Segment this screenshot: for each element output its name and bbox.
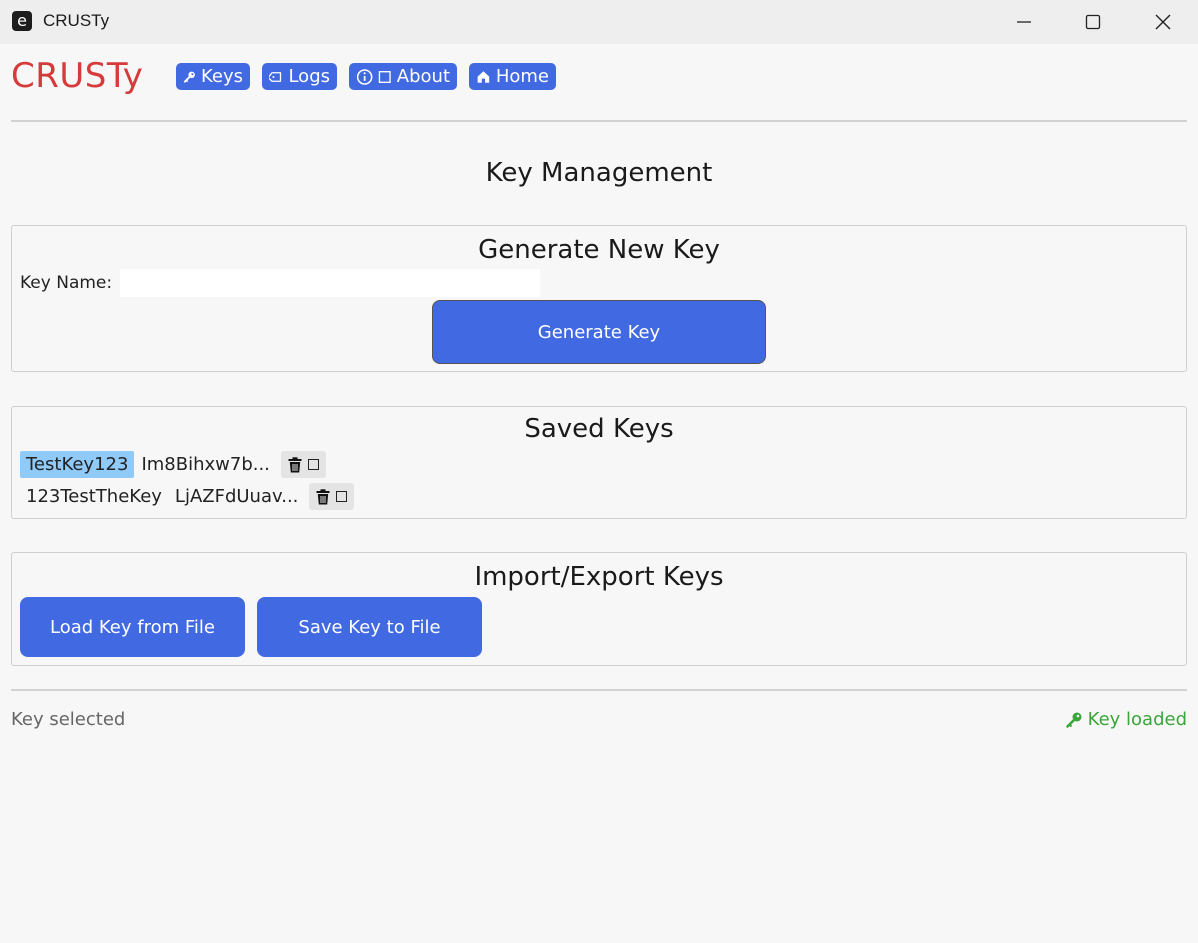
nav-logs-label: Logs — [288, 66, 330, 87]
close-button[interactable] — [1128, 0, 1198, 44]
saved-key-value: LjAZFdUuav... — [174, 486, 299, 507]
saved-key-name[interactable]: TestKey123 — [20, 451, 135, 478]
header-divider — [11, 120, 1187, 122]
info-icon — [356, 68, 373, 85]
nav-logs-button[interactable]: Logs — [262, 63, 337, 90]
nav-home-label: Home — [495, 66, 549, 87]
status-divider — [11, 689, 1187, 691]
placeholder-square-icon — [336, 491, 348, 502]
saved-keys-panel: Saved Keys TestKey123 Im8Bihxw7b... 123T… — [11, 406, 1187, 519]
tag-icon — [269, 71, 282, 82]
import-export-title: Import/Export Keys — [474, 562, 724, 592]
saved-keys-title: Saved Keys — [524, 414, 674, 444]
saved-key-row: TestKey123 Im8Bihxw7b... — [20, 451, 326, 478]
key-name-input[interactable] — [120, 269, 540, 297]
key-status-label: Key loaded — [1087, 709, 1187, 730]
window-title: CRUSTy — [43, 11, 110, 30]
app-icon: e — [12, 11, 32, 31]
page-title: Key Management — [485, 158, 713, 188]
saved-key-name[interactable]: 123TestTheKey — [20, 483, 168, 510]
generate-key-title: Generate New Key — [478, 235, 720, 265]
nav-keys-label: Keys — [200, 66, 243, 87]
placeholder-square-icon — [379, 70, 392, 83]
nav-about-button[interactable]: About — [349, 63, 457, 90]
trash-icon — [316, 488, 330, 504]
nav-keys-button[interactable]: Keys — [176, 63, 250, 90]
maximize-icon — [1085, 14, 1101, 30]
saved-key-value: Im8Bihxw7b... — [141, 454, 270, 475]
save-key-button[interactable]: Save Key to File — [257, 597, 482, 657]
generate-key-button[interactable]: Generate Key — [432, 300, 766, 364]
key-icon — [183, 71, 195, 83]
minimize-icon — [1017, 21, 1031, 23]
saved-key-row: 123TestTheKey LjAZFdUuav... — [20, 483, 355, 510]
key-icon — [1065, 712, 1082, 728]
nav-home-button[interactable]: Home — [469, 63, 556, 90]
key-status: Key loaded — [1065, 709, 1187, 730]
key-name-label: Key Name: — [20, 273, 113, 293]
placeholder-square-icon — [307, 459, 319, 470]
trash-icon — [288, 456, 302, 472]
delete-key-button[interactable] — [280, 451, 326, 478]
home-icon — [477, 70, 490, 83]
generate-key-panel: Generate New Key Key Name: Generate Key — [11, 225, 1187, 372]
minimize-button[interactable] — [989, 0, 1059, 44]
import-export-panel: Import/Export Keys Load Key from File Sa… — [11, 552, 1187, 666]
maximize-button[interactable] — [1058, 0, 1128, 44]
nav-about-label: About — [396, 66, 450, 87]
load-key-button[interactable]: Load Key from File — [20, 597, 245, 657]
app-brand: CRUSTy — [11, 56, 144, 96]
window-titlebar[interactable]: e CRUSTy — [0, 0, 1198, 44]
delete-key-button[interactable] — [309, 483, 355, 510]
status-message: Key selected — [11, 709, 126, 730]
close-icon — [1155, 14, 1171, 30]
